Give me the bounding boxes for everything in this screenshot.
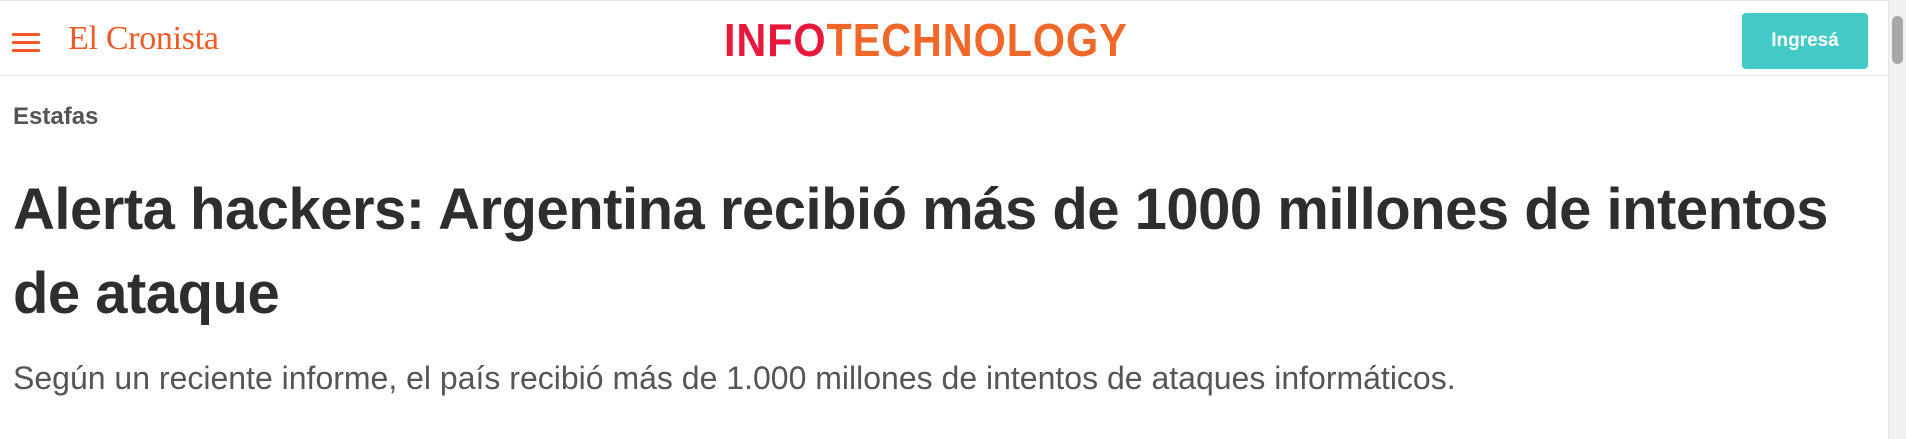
- logo-technology-text: TECHNOLOGY: [826, 14, 1128, 66]
- menu-line: [12, 49, 40, 52]
- article-headline: Alerta hackers: Argentina recibió más de…: [13, 177, 1829, 326]
- el-cronista-home-link[interactable]: El Cronista: [68, 19, 219, 59]
- menu-line: [12, 41, 40, 44]
- site-header: El Cronista INFOTECHNOLOGY Ingresá: [0, 0, 1888, 76]
- login-button[interactable]: Ingresá: [1742, 13, 1868, 69]
- hamburger-menu-icon[interactable]: [12, 31, 40, 53]
- infotechnology-logo[interactable]: INFOTECHNOLOGY: [724, 15, 1128, 65]
- logo-info-text: INFO: [724, 14, 827, 66]
- section-tag-link[interactable]: Estafas: [13, 102, 98, 132]
- page: El Cronista INFOTECHNOLOGY Ingresá Estaf…: [0, 0, 1906, 439]
- scrollbar-thumb[interactable]: [1892, 16, 1903, 64]
- vertical-scrollbar[interactable]: [1888, 0, 1906, 439]
- menu-line: [12, 33, 40, 36]
- article-summary: Según un reciente informe, el país recib…: [13, 360, 1456, 396]
